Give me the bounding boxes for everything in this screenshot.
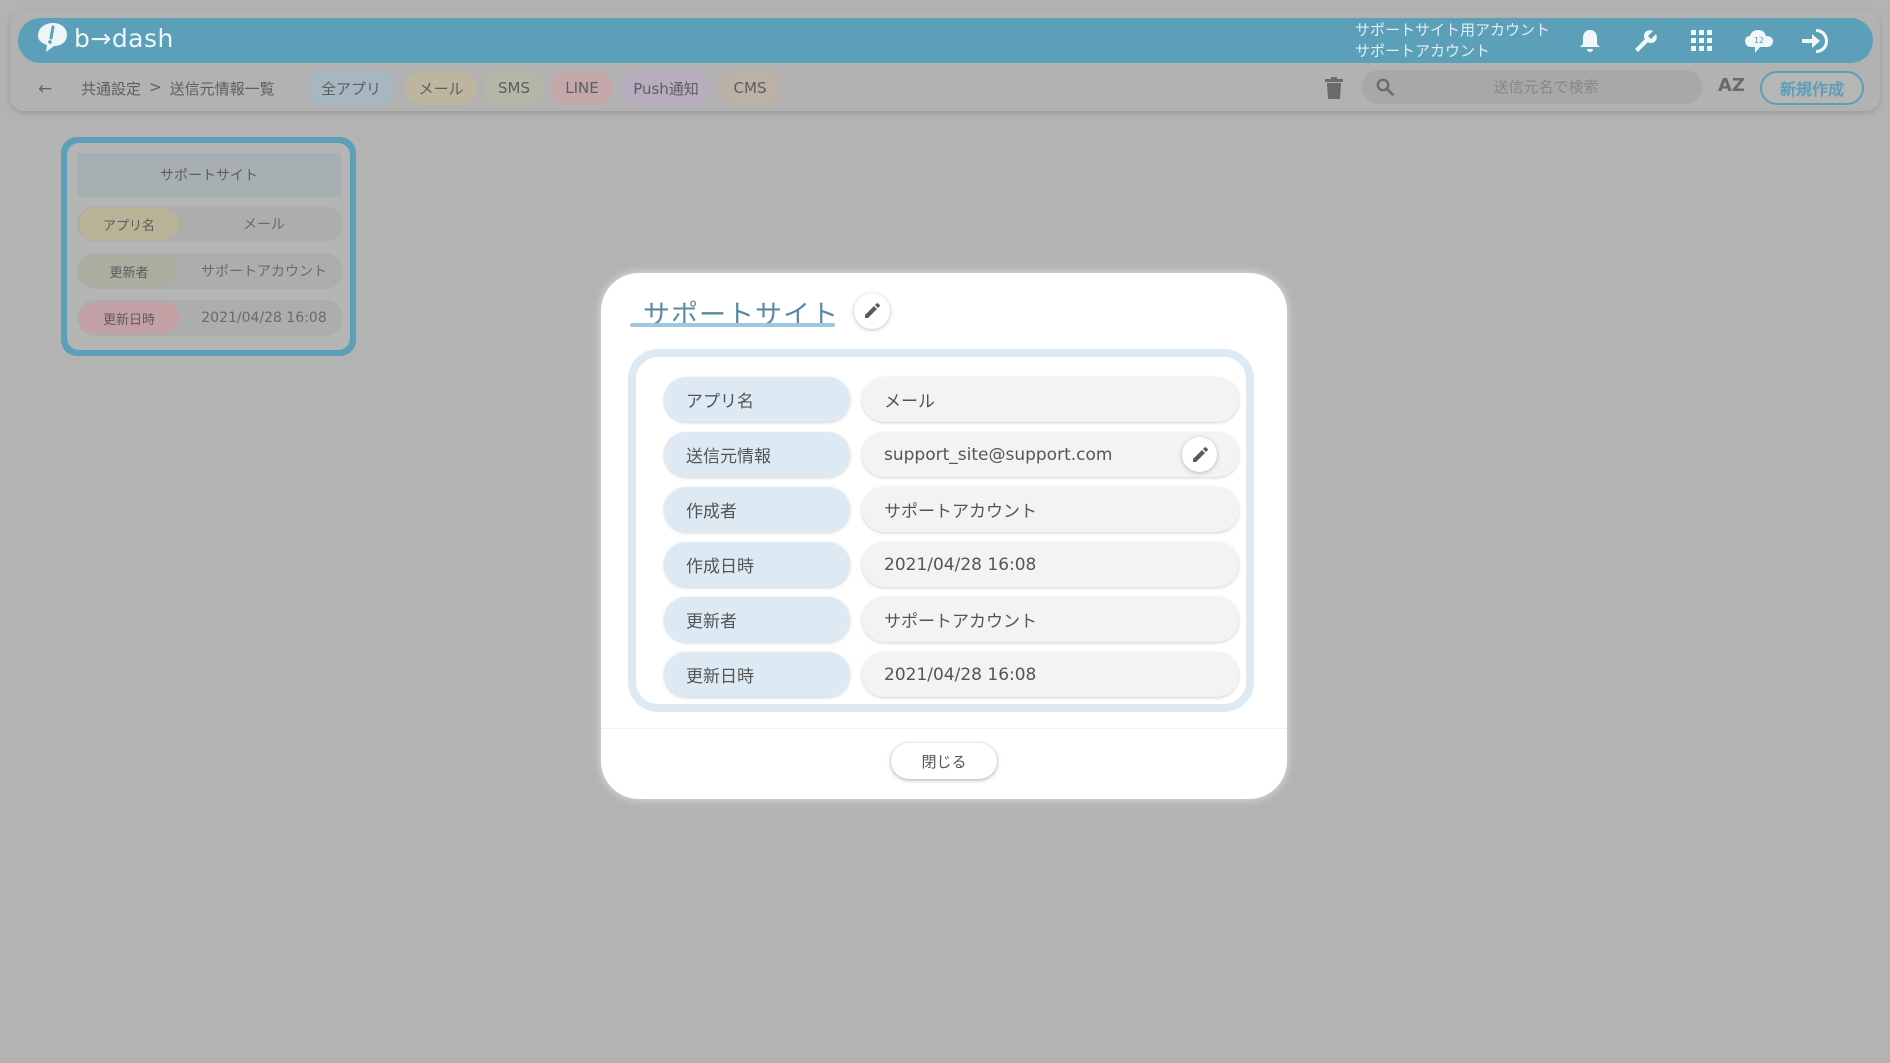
pencil-icon: [863, 302, 881, 320]
trash-icon[interactable]: [1325, 77, 1343, 103]
detail-row-app: アプリ名 メール: [664, 377, 1239, 422]
filter-chip-label: Push通知: [633, 79, 699, 98]
detail-row-sender: 送信元情報 support_site@support.com: [664, 432, 1239, 477]
filter-chip-all[interactable]: 全アプリ: [308, 71, 394, 105]
detail-value: 2021/04/28 16:08: [862, 542, 1239, 587]
detail-label: 更新日時: [664, 652, 850, 697]
filter-chip-label: 全アプリ: [320, 79, 381, 98]
search-box: [1362, 70, 1702, 104]
account-user: サポートアカウント: [1355, 42, 1491, 60]
sender-detail-modal: サポートサイト アプリ名 メール 送信元情報 support_site@supp…: [601, 273, 1287, 799]
detail-value: サポートアカウント: [862, 597, 1239, 642]
detail-label: 作成日時: [664, 542, 850, 587]
modal-title-underline: [630, 323, 835, 327]
logo-text: b→dash: [74, 23, 174, 53]
card-row-updated: 更新日時 2021/04/28 16:08: [77, 300, 343, 336]
edit-sender-button[interactable]: [1182, 437, 1217, 472]
filter-chip-line[interactable]: LINE: [551, 71, 613, 105]
breadcrumb-parent[interactable]: 共通設定: [81, 78, 141, 99]
cloud-chat-icon[interactable]: 12: [1744, 26, 1774, 56]
detail-row-updater: 更新者 サポートアカウント: [664, 597, 1239, 642]
new-create-button[interactable]: 新規作成: [1760, 71, 1864, 105]
filter-chip-cms[interactable]: CMS: [720, 71, 780, 105]
detail-value: サポートアカウント: [862, 487, 1239, 532]
logo[interactable]: b→dash: [34, 21, 174, 55]
card-row-label: アプリ名: [79, 208, 179, 240]
sort-label: AZ: [1718, 75, 1745, 96]
card-row-label: 更新者: [79, 255, 179, 287]
detail-value: メール: [862, 377, 1239, 422]
bell-icon[interactable]: [1575, 26, 1605, 56]
account-name: サポートサイト用アカウント: [1355, 21, 1551, 39]
detail-label: 更新者: [664, 597, 850, 642]
detail-label: アプリ名: [664, 377, 850, 422]
breadcrumb-separator: >: [149, 78, 162, 96]
filter-chip-sms[interactable]: SMS: [484, 71, 544, 105]
search-input[interactable]: [1404, 77, 1688, 97]
back-arrow-icon[interactable]: ←: [38, 79, 52, 99]
edit-title-button[interactable]: [854, 293, 890, 329]
detail-label: 作成者: [664, 487, 850, 532]
logout-icon[interactable]: [1800, 26, 1830, 56]
svg-text:12: 12: [1754, 36, 1764, 45]
pencil-icon: [1191, 446, 1209, 464]
filter-chip-label: SMS: [498, 79, 530, 97]
account-info[interactable]: サポートサイト用アカウント サポートアカウント: [1355, 20, 1550, 62]
modal-divider: [601, 728, 1287, 729]
new-create-label: 新規作成: [1779, 80, 1844, 99]
apps-grid-icon[interactable]: [1687, 26, 1717, 56]
sender-card-title: サポートサイト: [77, 153, 341, 197]
detail-label: 送信元情報: [664, 432, 850, 477]
card-row-value: サポートアカウント: [201, 264, 327, 280]
card-row-value: メール: [243, 217, 285, 233]
sort-az-button[interactable]: AZ: [1718, 75, 1745, 96]
close-button[interactable]: 閉じる: [891, 743, 997, 779]
filter-chip-push[interactable]: Push通知: [620, 71, 712, 105]
filter-chip-label: LINE: [565, 79, 599, 97]
detail-value-sender: support_site@support.com: [862, 432, 1239, 477]
detail-row-updated: 更新日時 2021/04/28 16:08: [664, 652, 1239, 697]
filter-chip-label: CMS: [733, 79, 767, 97]
breadcrumb-current: 送信元情報一覧: [169, 80, 275, 98]
detail-row-created: 作成日時 2021/04/28 16:08: [664, 542, 1239, 587]
filter-chip-mail[interactable]: メール: [405, 71, 477, 105]
filter-chip-label: メール: [418, 79, 464, 98]
detail-value-text: support_site@support.com: [884, 444, 1113, 465]
detail-panel: アプリ名 メール 送信元情報 support_site@support.com …: [628, 349, 1254, 712]
breadcrumb: 共通設定 > 送信元情報一覧: [81, 78, 275, 99]
sender-card[interactable]: サポートサイト アプリ名 メール 更新者 サポートアカウント 更新日時 2021…: [61, 137, 356, 356]
search-icon: [1376, 78, 1394, 96]
sender-card-body: サポートサイト アプリ名 メール 更新者 サポートアカウント 更新日時 2021…: [67, 143, 350, 350]
card-row-app: アプリ名 メール: [77, 206, 343, 242]
card-row-updater: 更新者 サポートアカウント: [77, 253, 343, 289]
detail-row-creator: 作成者 サポートアカウント: [664, 487, 1239, 532]
card-row-value: 2021/04/28 16:08: [201, 310, 327, 326]
logo-bubble-icon: [34, 21, 70, 55]
detail-value: 2021/04/28 16:08: [862, 652, 1239, 697]
card-row-label: 更新日時: [79, 302, 179, 334]
wrench-icon[interactable]: [1631, 26, 1661, 56]
